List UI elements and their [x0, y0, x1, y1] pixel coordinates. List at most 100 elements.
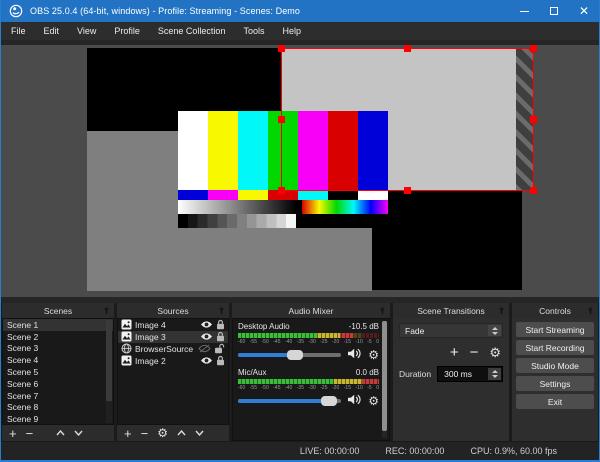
menu-profile[interactable]: Profile	[105, 22, 149, 40]
add-scene-button[interactable]: +	[9, 427, 17, 440]
move-source-up-button[interactable]	[177, 430, 186, 436]
source-name: Image 2	[135, 356, 166, 366]
scene-item-black-bottom[interactable]	[372, 191, 522, 290]
visibility-eye-hidden-icon[interactable]	[198, 344, 211, 355]
scene-list-item[interactable]: Scene 3	[3, 343, 113, 355]
menu-help[interactable]: Help	[273, 22, 310, 40]
volume-slider-knob[interactable]	[286, 349, 303, 360]
source-row[interactable]: Image 2	[118, 355, 228, 367]
menu-tools[interactable]: Tools	[234, 22, 273, 40]
resize-handle-top-mid[interactable]	[403, 45, 411, 52]
visibility-eye-icon[interactable]	[200, 332, 213, 343]
scene-list-item[interactable]: Scene 2	[3, 331, 113, 343]
volume-meter	[238, 333, 379, 338]
scene-canvas[interactable]	[1, 45, 599, 297]
visibility-eye-icon[interactable]	[200, 320, 213, 331]
menu-view[interactable]: View	[68, 22, 105, 40]
resize-handle-top-left[interactable]	[278, 45, 285, 52]
studio-mode-button[interactable]: Studio Mode	[516, 358, 594, 373]
transition-select[interactable]: Fade	[399, 323, 503, 338]
source-name: BrowserSource	[135, 344, 194, 354]
scenes-scrollbar[interactable]	[106, 320, 112, 423]
status-bar: LIVE: 00:00:00 REC: 00:00:00 CPU: 0.9%, …	[1, 441, 599, 460]
transitions-panel-title: Scene Transitions	[417, 305, 485, 316]
maximize-button[interactable]	[539, 0, 569, 22]
mixer-panel-title: Audio Mixer	[288, 305, 334, 316]
channel-level-db: 0.0 dB	[355, 368, 379, 377]
mixer-panel-header[interactable]: Audio Mixer	[232, 303, 390, 318]
obs-logo-icon	[9, 4, 23, 18]
source-row[interactable]: Image 3	[118, 331, 228, 343]
resize-handle-top-right[interactable]	[530, 45, 537, 52]
resize-handle-mid-left[interactable]	[278, 115, 285, 123]
add-transition-button[interactable]: +	[450, 345, 459, 360]
move-scene-up-button[interactable]	[56, 430, 65, 436]
pin-icon[interactable]	[379, 307, 386, 315]
source-properties-gear-icon[interactable]: ⚙	[157, 427, 168, 439]
transitions-panel-header[interactable]: Scene Transitions	[393, 303, 509, 318]
remove-transition-button[interactable]: −	[470, 345, 479, 360]
start-streaming-button[interactable]: Start Streaming	[516, 322, 594, 337]
add-source-button[interactable]: +	[124, 427, 132, 440]
minimize-icon	[519, 10, 529, 12]
controls-panel-header[interactable]: Controls	[512, 303, 598, 318]
visibility-eye-icon[interactable]	[200, 356, 213, 367]
mixer-scrollbar[interactable]	[382, 321, 387, 438]
channel-name: Desktop Audio	[238, 322, 290, 331]
resize-handle-bottom-left[interactable]	[278, 187, 285, 194]
preview-area	[1, 40, 599, 303]
speaker-icon[interactable]	[347, 346, 362, 364]
menu-file[interactable]: File	[2, 22, 35, 40]
exit-button[interactable]: Exit	[516, 394, 594, 409]
pin-icon[interactable]	[218, 307, 225, 315]
title-bar[interactable]: OBS 25.0.4 (64-bit, windows) - Profile: …	[1, 0, 599, 22]
volume-slider[interactable]	[238, 349, 342, 360]
rec-timer: REC: 00:00:00	[385, 446, 445, 456]
source-row[interactable]: BrowserSource	[118, 343, 228, 355]
volume-slider-knob[interactable]	[320, 395, 337, 406]
remove-scene-button[interactable]: −	[26, 427, 34, 440]
scenes-panel-header[interactable]: Scenes	[2, 303, 114, 318]
grayscale-steps	[178, 214, 296, 228]
volume-slider[interactable]	[238, 395, 342, 406]
scene-list-item[interactable]: Scene 4	[3, 354, 113, 366]
pin-icon[interactable]	[587, 307, 594, 315]
pin-icon[interactable]	[498, 307, 505, 315]
combo-spinner[interactable]	[488, 325, 501, 336]
menu-edit[interactable]: Edit	[35, 22, 69, 40]
speaker-icon[interactable]	[347, 392, 362, 410]
move-source-down-button[interactable]	[195, 430, 204, 436]
scene-transitions-panel: Scene Transitions Fade + − ⚙ Duration 30…	[393, 303, 509, 441]
resize-handle-bottom-mid[interactable]	[403, 187, 411, 194]
sources-panel-header[interactable]: Sources	[117, 303, 229, 318]
scene-list-item[interactable]: Scene 9	[3, 413, 113, 424]
pin-icon[interactable]	[103, 307, 110, 315]
scene-list-item[interactable]: Scene 5	[3, 366, 113, 378]
start-recording-button[interactable]: Start Recording	[516, 340, 594, 355]
settings-button[interactable]: Settings	[516, 376, 594, 391]
remove-source-button[interactable]: −	[141, 427, 149, 440]
scene-list-item[interactable]: Scene 1	[3, 319, 113, 331]
minimize-button[interactable]	[509, 0, 539, 22]
channel-settings-gear-icon[interactable]: ⚙	[368, 349, 379, 361]
scenes-toolbar: + −	[2, 425, 114, 441]
scene-list-item[interactable]: Scene 8	[3, 402, 113, 414]
scenes-scrollbar-thumb[interactable]	[106, 320, 112, 402]
duration-input[interactable]: 300 ms	[437, 366, 503, 382]
scenes-panel: Scenes Scene 1 Scene 2 Scene 3 Scene 4 S…	[2, 303, 114, 441]
channel-settings-gear-icon[interactable]: ⚙	[368, 395, 379, 407]
source-row[interactable]: Image 4	[118, 319, 228, 331]
selection-rectangle[interactable]	[278, 45, 537, 194]
resize-handle-mid-right[interactable]	[530, 115, 537, 123]
close-button[interactable]: ✕	[569, 0, 599, 22]
menu-scene-collection[interactable]: Scene Collection	[149, 22, 235, 40]
resize-handle-bottom-right[interactable]	[530, 187, 537, 194]
mixer-scrollbar-thumb[interactable]	[382, 321, 387, 431]
transition-properties-gear-icon[interactable]: ⚙	[489, 346, 501, 359]
scene-list-item[interactable]: Scene 7	[3, 390, 113, 402]
smpte-steps-row	[178, 214, 388, 228]
scene-list-item[interactable]: Scene 6	[3, 378, 113, 390]
move-scene-down-button[interactable]	[74, 430, 83, 436]
lock-closed-icon[interactable]	[216, 355, 225, 368]
duration-spinner[interactable]	[488, 368, 501, 380]
